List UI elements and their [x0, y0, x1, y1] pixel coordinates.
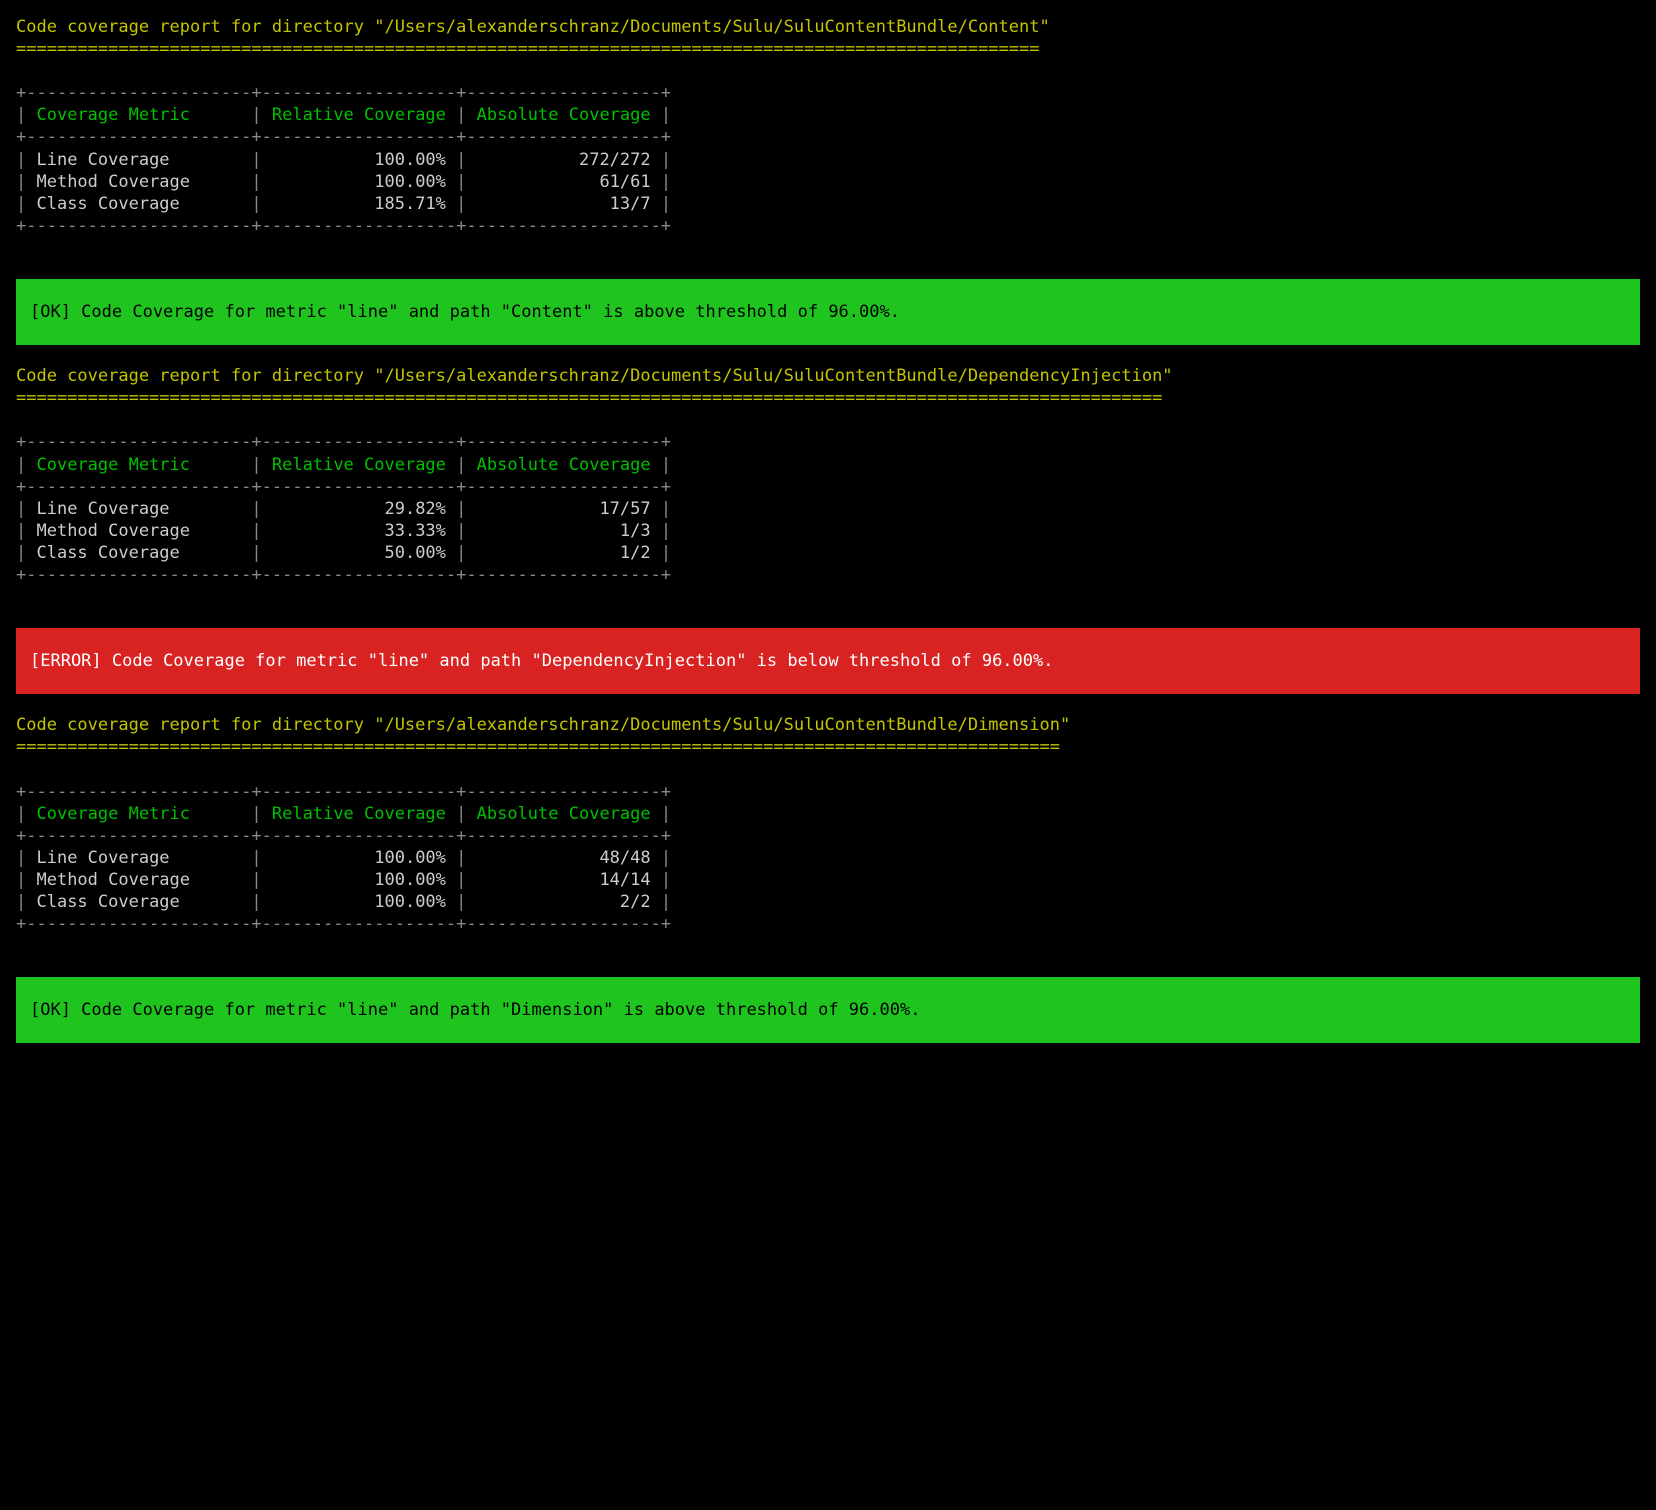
table-border: +----------------------+----------------… — [16, 825, 1640, 847]
col-header: Relative Coverage — [272, 105, 456, 125]
absolute-cell: 61/61 — [466, 172, 660, 192]
table-border: +----------------------+----------------… — [16, 126, 1640, 148]
absolute-cell: 2/2 — [466, 892, 660, 912]
col-header: Absolute Coverage — [477, 804, 661, 824]
table-row: | Class Coverage | 50.00% | 1/2 | — [16, 542, 1640, 564]
section-title: Code coverage report for directory "/Use… — [16, 16, 1640, 38]
absolute-cell: 13/7 — [466, 194, 660, 214]
table-header-row: | Coverage Metric | Relative Coverage | … — [16, 104, 1640, 126]
status-text: [OK] Code Coverage for metric "line" and… — [30, 302, 900, 322]
relative-cell: 100.00% — [262, 848, 456, 868]
metric-cell: Line Coverage — [36, 150, 251, 170]
table-row: | Class Coverage | 185.71% | 13/7 | — [16, 193, 1640, 215]
relative-cell: 100.00% — [262, 892, 456, 912]
table-row: | Method Coverage | 33.33% | 1/3 | — [16, 520, 1640, 542]
status-ok-box: [OK] Code Coverage for metric "line" and… — [16, 279, 1640, 345]
status-error-box: [ERROR] Code Coverage for metric "line" … — [16, 628, 1640, 694]
table-row: | Line Coverage | 100.00% | 48/48 | — [16, 847, 1640, 869]
metric-cell: Method Coverage — [36, 521, 251, 541]
metric-cell: Method Coverage — [36, 870, 251, 890]
coverage-section: Code coverage report for directory "/Use… — [16, 714, 1640, 1043]
metric-cell: Line Coverage — [36, 848, 251, 868]
absolute-cell: 272/272 — [466, 150, 660, 170]
absolute-cell: 1/3 — [466, 521, 660, 541]
table-header-row: | Coverage Metric | Relative Coverage | … — [16, 803, 1640, 825]
col-header: Coverage Metric — [36, 105, 251, 125]
metric-cell: Method Coverage — [36, 172, 251, 192]
coverage-section: Code coverage report for directory "/Use… — [16, 16, 1640, 345]
section-title: Code coverage report for directory "/Use… — [16, 714, 1640, 736]
relative-cell: 100.00% — [262, 172, 456, 192]
table-row: | Method Coverage | 100.00% | 61/61 | — [16, 171, 1640, 193]
col-header: Relative Coverage — [272, 455, 456, 475]
col-header: Absolute Coverage — [477, 105, 661, 125]
coverage-section: Code coverage report for directory "/Use… — [16, 365, 1640, 694]
table-border: +----------------------+----------------… — [16, 781, 1640, 803]
table-border: +----------------------+----------------… — [16, 476, 1640, 498]
status-ok-box: [OK] Code Coverage for metric "line" and… — [16, 977, 1640, 1043]
section-title: Code coverage report for directory "/Use… — [16, 365, 1640, 387]
relative-cell: 33.33% — [262, 521, 456, 541]
relative-cell: 29.82% — [262, 499, 456, 519]
col-header: Relative Coverage — [272, 804, 456, 824]
section-divider: ========================================… — [16, 736, 1640, 758]
table-row: | Method Coverage | 100.00% | 14/14 | — [16, 869, 1640, 891]
metric-cell: Line Coverage — [36, 499, 251, 519]
table-border: +----------------------+----------------… — [16, 215, 1640, 237]
table-border: +----------------------+----------------… — [16, 431, 1640, 453]
absolute-cell: 17/57 — [466, 499, 660, 519]
absolute-cell: 48/48 — [466, 848, 660, 868]
table-row: | Line Coverage | 29.82% | 17/57 | — [16, 498, 1640, 520]
table-row: | Line Coverage | 100.00% | 272/272 | — [16, 149, 1640, 171]
metric-cell: Class Coverage — [36, 194, 251, 214]
table-border: +----------------------+----------------… — [16, 82, 1640, 104]
table-header-row: | Coverage Metric | Relative Coverage | … — [16, 454, 1640, 476]
table-border: +----------------------+----------------… — [16, 564, 1640, 586]
absolute-cell: 14/14 — [466, 870, 660, 890]
section-divider: ========================================… — [16, 387, 1640, 409]
absolute-cell: 1/2 — [466, 543, 660, 563]
metric-cell: Class Coverage — [36, 892, 251, 912]
col-header: Coverage Metric — [36, 804, 251, 824]
table-row: | Class Coverage | 100.00% | 2/2 | — [16, 891, 1640, 913]
relative-cell: 50.00% — [262, 543, 456, 563]
col-header: Absolute Coverage — [477, 455, 661, 475]
section-divider: ========================================… — [16, 38, 1640, 60]
table-border: +----------------------+----------------… — [16, 913, 1640, 935]
relative-cell: 100.00% — [262, 150, 456, 170]
relative-cell: 100.00% — [262, 870, 456, 890]
col-header: Coverage Metric — [36, 455, 251, 475]
relative-cell: 185.71% — [262, 194, 456, 214]
metric-cell: Class Coverage — [36, 543, 251, 563]
status-text: [ERROR] Code Coverage for metric "line" … — [30, 651, 1054, 671]
status-text: [OK] Code Coverage for metric "line" and… — [30, 1000, 920, 1020]
